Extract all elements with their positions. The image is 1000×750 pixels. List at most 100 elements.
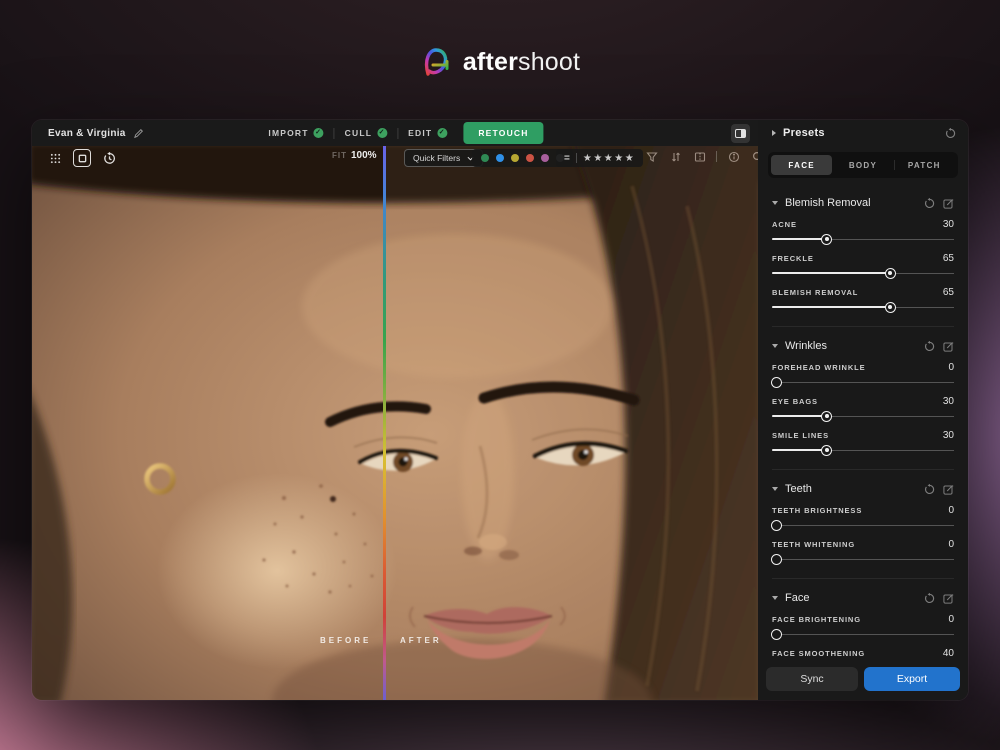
- tab-body[interactable]: BODY: [832, 155, 893, 175]
- panel-toggle-button[interactable]: [731, 124, 750, 143]
- grid-view-icon[interactable]: [46, 149, 64, 167]
- history-icon[interactable]: [100, 149, 118, 167]
- step-import[interactable]: IMPORT ✓: [268, 128, 323, 138]
- slider-thumb[interactable]: [821, 234, 832, 245]
- star-icon[interactable]: ★: [604, 153, 614, 164]
- step-edit[interactable]: EDIT ✓: [408, 128, 447, 138]
- slider-track[interactable]: [772, 267, 954, 279]
- aftershoot-logo-icon: [420, 46, 452, 78]
- titlebar: Evan & Virginia IMPORT ✓ CULL ✓ EDIT ✓ R…: [32, 120, 758, 146]
- section-header[interactable]: Teeth: [772, 477, 954, 501]
- slider-thumb[interactable]: [771, 629, 782, 640]
- sort-icon[interactable]: [668, 149, 683, 164]
- slider-thumb[interactable]: [771, 554, 782, 565]
- star-icon[interactable]: ★: [583, 153, 593, 164]
- toolbar-divider: [716, 151, 717, 162]
- color-dot[interactable]: [496, 154, 504, 162]
- portrait-photo: [32, 146, 758, 700]
- sync-button[interactable]: Sync: [766, 667, 858, 691]
- reset-section-icon[interactable]: [924, 593, 935, 604]
- section-header[interactable]: Face: [772, 586, 954, 610]
- collapse-arrow-icon[interactable]: [772, 487, 778, 491]
- reset-section-icon[interactable]: [924, 341, 935, 352]
- star-icon[interactable]: ★: [614, 153, 624, 164]
- star-icon[interactable]: ★: [625, 153, 635, 164]
- edit-section-icon[interactable]: [943, 198, 954, 209]
- section-title: Blemish Removal: [785, 197, 917, 209]
- edit-section-icon[interactable]: [943, 484, 954, 495]
- color-dot[interactable]: [526, 154, 534, 162]
- slider-thumb[interactable]: [821, 445, 832, 456]
- slider-value: 0: [948, 539, 954, 550]
- slider-track[interactable]: [772, 444, 954, 456]
- color-dot[interactable]: [541, 154, 549, 162]
- slider-fill: [772, 415, 827, 417]
- photo-viewer[interactable]: BEFORE AFTER: [32, 146, 758, 700]
- filter-funnel-icon[interactable]: [644, 149, 659, 164]
- retouch-button[interactable]: RETOUCH: [463, 122, 543, 144]
- slider-track[interactable]: [772, 233, 954, 245]
- edit-section-icon[interactable]: [943, 593, 954, 604]
- slider-label: SMILE LINES: [772, 431, 829, 440]
- slider-track[interactable]: [772, 519, 954, 531]
- collapse-arrow-icon[interactable]: [772, 344, 778, 348]
- brand-wordmark: aftershoot: [463, 48, 580, 77]
- info-icon[interactable]: [726, 149, 741, 164]
- edit-pencil-icon[interactable]: [133, 128, 144, 139]
- color-dot[interactable]: [481, 154, 489, 162]
- slider-value: 30: [943, 396, 954, 407]
- panel-footer: Sync Export: [758, 659, 968, 700]
- slider-thumb[interactable]: [885, 302, 896, 313]
- slider-track[interactable]: [772, 376, 954, 388]
- equals-icon[interactable]: =: [564, 153, 570, 164]
- before-after-divider[interactable]: [383, 146, 386, 700]
- slider-thumb[interactable]: [771, 377, 782, 388]
- section-header[interactable]: Wrinkles: [772, 334, 954, 358]
- slider-fill: [772, 238, 827, 240]
- zoom-control[interactable]: FIT 100%: [332, 150, 377, 161]
- section-title: Teeth: [785, 483, 917, 495]
- slider-thumb[interactable]: [885, 268, 896, 279]
- view-mode-group: [46, 149, 118, 167]
- slider-label: FOREHEAD WRINKLE: [772, 363, 866, 372]
- step-cull[interactable]: CULL ✓: [345, 128, 387, 138]
- compare-columns-icon[interactable]: [692, 149, 707, 164]
- brand-light: shoot: [518, 48, 580, 76]
- single-view-icon[interactable]: [73, 149, 91, 167]
- slider-track[interactable]: [772, 628, 954, 640]
- slider-value: 0: [948, 505, 954, 516]
- step-cull-label: CULL: [345, 128, 372, 138]
- workflow-steps: IMPORT ✓ CULL ✓ EDIT ✓ RETOUCH: [268, 120, 543, 146]
- slider-label: ACNE: [772, 220, 797, 229]
- slider-label: FRECKLE: [772, 254, 814, 263]
- color-dot[interactable]: [511, 154, 519, 162]
- collapse-arrow-icon[interactable]: [772, 130, 776, 136]
- collapse-arrow-icon[interactable]: [772, 201, 778, 205]
- export-button[interactable]: Export: [864, 667, 960, 691]
- reset-section-icon[interactable]: [924, 484, 935, 495]
- quick-filters-label: Quick Filters: [413, 153, 460, 163]
- slider-track[interactable]: [772, 410, 954, 422]
- reset-section-icon[interactable]: [924, 198, 935, 209]
- search-icon[interactable]: [750, 149, 758, 164]
- slider-control: FRECKLE 65: [772, 253, 954, 279]
- slider-track[interactable]: [772, 301, 954, 313]
- slider-thumb[interactable]: [771, 520, 782, 531]
- section-title: Wrinkles: [785, 340, 917, 352]
- slider-thumb[interactable]: [821, 411, 832, 422]
- slider-control: TEETH WHITENING 0: [772, 539, 954, 565]
- brand-logo: aftershoot: [0, 46, 1000, 78]
- star-icon[interactable]: ★: [593, 153, 603, 164]
- edit-section-icon[interactable]: [943, 341, 954, 352]
- adjustment-section: Wrinkles FOREHEAD WRINKLE 0 EYE BAGS 30: [772, 327, 954, 470]
- section-header[interactable]: Blemish Removal: [772, 191, 954, 215]
- tab-patch[interactable]: PATCH: [894, 155, 955, 175]
- reset-presets-icon[interactable]: [945, 128, 956, 139]
- tab-face[interactable]: FACE: [771, 155, 832, 175]
- slider-label: FACE SMOOTHENING: [772, 649, 865, 658]
- collapse-arrow-icon[interactable]: [772, 596, 778, 600]
- slider-track[interactable]: [772, 553, 954, 565]
- star-filter: = ★★★★★: [556, 149, 643, 167]
- slider-value: 30: [943, 219, 954, 230]
- slider-label: BLEMISH REMOVAL: [772, 288, 858, 297]
